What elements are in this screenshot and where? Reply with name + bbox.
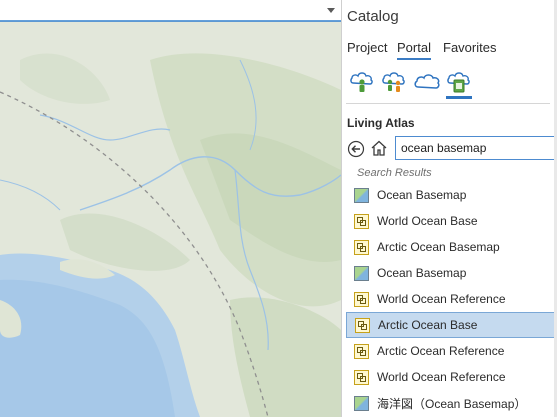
result-item[interactable]: World Ocean Base xyxy=(346,208,557,234)
result-item-selected[interactable]: Arctic Ocean Base xyxy=(346,312,557,338)
groups-button[interactable] xyxy=(381,69,407,99)
result-item[interactable]: Ocean Basemap xyxy=(346,182,557,208)
result-label: Ocean Basemap xyxy=(377,266,467,280)
map-icon xyxy=(354,187,369,203)
result-label: World Ocean Base xyxy=(377,214,478,228)
catalog-pane: Catalog Project Portal Favorites Living … xyxy=(341,0,557,417)
result-item[interactable]: Arctic Ocean Basemap xyxy=(346,234,557,260)
map-icon xyxy=(354,395,369,411)
result-label: Arctic Ocean Base xyxy=(378,318,478,332)
result-item[interactable]: World Ocean Reference xyxy=(346,364,557,390)
map-view[interactable] xyxy=(0,0,341,417)
result-label: 海洋図（Ocean Basemap） xyxy=(377,396,527,411)
map-icon xyxy=(354,265,369,281)
layer-package-icon xyxy=(354,369,369,385)
back-button[interactable] xyxy=(347,140,365,158)
groups-icon xyxy=(382,72,405,92)
result-item[interactable]: World Ocean Reference xyxy=(346,286,557,312)
all-portal-button[interactable] xyxy=(414,69,440,99)
result-label: World Ocean Reference xyxy=(377,292,506,306)
search-input[interactable] xyxy=(395,136,557,160)
result-label: Arctic Ocean Basemap xyxy=(377,240,500,254)
living-atlas-button[interactable] xyxy=(446,69,472,99)
tab-portal[interactable]: Portal xyxy=(397,40,431,60)
home-button[interactable] xyxy=(370,139,388,157)
map-view-accent-line xyxy=(0,20,341,22)
back-arrow-icon xyxy=(347,140,365,158)
pane-title: Catalog xyxy=(347,8,399,25)
tab-project[interactable]: Project xyxy=(347,40,387,58)
layer-package-icon xyxy=(354,239,369,255)
layer-package-icon xyxy=(354,291,369,307)
layer-package-icon xyxy=(354,213,369,229)
home-icon xyxy=(371,140,387,156)
result-label: Arctic Ocean Reference xyxy=(377,344,505,358)
result-label: World Ocean Reference xyxy=(377,370,506,384)
result-item[interactable]: Ocean Basemap xyxy=(346,260,557,286)
layer-package-icon xyxy=(354,343,369,359)
chevron-down-icon[interactable] xyxy=(327,8,335,13)
section-title: Living Atlas xyxy=(347,116,415,130)
result-item[interactable]: Arctic Ocean Reference xyxy=(346,338,557,364)
source-divider xyxy=(346,103,550,104)
results-title: Search Results xyxy=(357,167,432,179)
results-list: Ocean Basemap World Ocean Base Arctic Oc… xyxy=(346,182,557,416)
result-item[interactable]: 海洋図（Ocean Basemap） xyxy=(346,390,557,416)
result-label: Ocean Basemap xyxy=(377,188,467,202)
tab-favorites[interactable]: Favorites xyxy=(443,40,496,58)
all-portal-icon xyxy=(414,74,440,89)
layer-package-icon xyxy=(355,317,370,333)
living-atlas-icon xyxy=(447,72,470,93)
my-content-button[interactable] xyxy=(349,69,375,99)
map-terrain xyxy=(0,0,341,417)
my-content-icon xyxy=(350,72,373,92)
map-view-tab-bar xyxy=(0,0,341,22)
